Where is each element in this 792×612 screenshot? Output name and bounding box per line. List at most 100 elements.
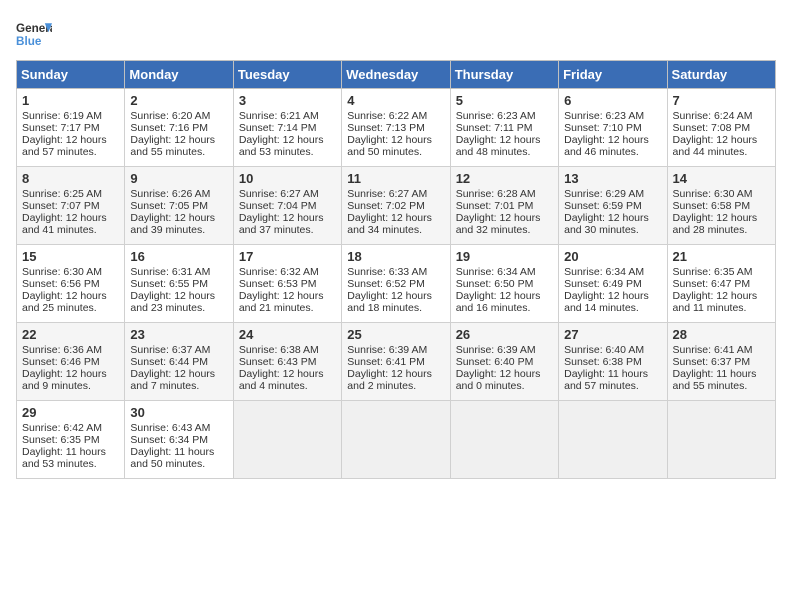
day-number: 16 xyxy=(130,249,227,264)
day-number: 30 xyxy=(130,405,227,420)
calendar-cell: 13Sunrise: 6:29 AMSunset: 6:59 PMDayligh… xyxy=(559,167,667,245)
day-info-line: Sunrise: 6:33 AM xyxy=(347,266,444,278)
day-info-line: Daylight: 12 hours xyxy=(130,134,227,146)
day-info-line: Sunset: 7:07 PM xyxy=(22,200,119,212)
day-info-line: Sunset: 7:08 PM xyxy=(673,122,770,134)
calendar-cell: 9Sunrise: 6:26 AMSunset: 7:05 PMDaylight… xyxy=(125,167,233,245)
col-header-monday: Monday xyxy=(125,61,233,89)
calendar-cell xyxy=(342,401,450,479)
day-info-line: Sunset: 6:47 PM xyxy=(673,278,770,290)
day-number: 5 xyxy=(456,93,553,108)
day-info-line: Sunset: 7:13 PM xyxy=(347,122,444,134)
day-info-line: Sunset: 7:05 PM xyxy=(130,200,227,212)
calendar-cell: 28Sunrise: 6:41 AMSunset: 6:37 PMDayligh… xyxy=(667,323,775,401)
day-info-line: and 30 minutes. xyxy=(564,224,661,236)
day-info-line: and 4 minutes. xyxy=(239,380,336,392)
day-number: 23 xyxy=(130,327,227,342)
col-header-tuesday: Tuesday xyxy=(233,61,341,89)
day-info-line: Daylight: 12 hours xyxy=(239,368,336,380)
day-info-line: Sunrise: 6:32 AM xyxy=(239,266,336,278)
calendar-cell: 18Sunrise: 6:33 AMSunset: 6:52 PMDayligh… xyxy=(342,245,450,323)
page-header: General Blue xyxy=(16,16,776,52)
calendar-cell: 11Sunrise: 6:27 AMSunset: 7:02 PMDayligh… xyxy=(342,167,450,245)
day-number: 11 xyxy=(347,171,444,186)
calendar-cell: 17Sunrise: 6:32 AMSunset: 6:53 PMDayligh… xyxy=(233,245,341,323)
day-number: 24 xyxy=(239,327,336,342)
day-info-line: Daylight: 12 hours xyxy=(456,212,553,224)
day-info-line: Daylight: 12 hours xyxy=(22,368,119,380)
day-info-line: Sunrise: 6:43 AM xyxy=(130,422,227,434)
calendar-cell: 2Sunrise: 6:20 AMSunset: 7:16 PMDaylight… xyxy=(125,89,233,167)
day-info-line: and 55 minutes. xyxy=(130,146,227,158)
day-info-line: Sunrise: 6:27 AM xyxy=(239,188,336,200)
day-info-line: Daylight: 12 hours xyxy=(239,290,336,302)
day-info-line: Sunrise: 6:39 AM xyxy=(456,344,553,356)
day-info-line: and 16 minutes. xyxy=(456,302,553,314)
day-info-line: Daylight: 12 hours xyxy=(22,212,119,224)
day-info-line: Daylight: 12 hours xyxy=(130,290,227,302)
day-info-line: and 23 minutes. xyxy=(130,302,227,314)
logo-icon: General Blue xyxy=(16,16,52,52)
day-number: 22 xyxy=(22,327,119,342)
day-info-line: Daylight: 12 hours xyxy=(347,368,444,380)
day-number: 14 xyxy=(673,171,770,186)
day-info-line: Sunset: 7:17 PM xyxy=(22,122,119,134)
day-info-line: Sunrise: 6:34 AM xyxy=(456,266,553,278)
calendar-cell: 7Sunrise: 6:24 AMSunset: 7:08 PMDaylight… xyxy=(667,89,775,167)
day-info-line: Daylight: 12 hours xyxy=(564,290,661,302)
col-header-saturday: Saturday xyxy=(667,61,775,89)
day-info-line: and 39 minutes. xyxy=(130,224,227,236)
day-number: 7 xyxy=(673,93,770,108)
day-info-line: Sunset: 6:46 PM xyxy=(22,356,119,368)
calendar-cell: 22Sunrise: 6:36 AMSunset: 6:46 PMDayligh… xyxy=(17,323,125,401)
day-number: 10 xyxy=(239,171,336,186)
day-info-line: Daylight: 12 hours xyxy=(347,212,444,224)
day-number: 3 xyxy=(239,93,336,108)
day-info-line: Sunset: 7:14 PM xyxy=(239,122,336,134)
day-info-line: and 18 minutes. xyxy=(347,302,444,314)
calendar-cell: 26Sunrise: 6:39 AMSunset: 6:40 PMDayligh… xyxy=(450,323,558,401)
day-info-line: and 57 minutes. xyxy=(564,380,661,392)
day-info-line: Sunrise: 6:22 AM xyxy=(347,110,444,122)
day-info-line: Sunrise: 6:21 AM xyxy=(239,110,336,122)
day-number: 18 xyxy=(347,249,444,264)
day-info-line: Daylight: 12 hours xyxy=(130,368,227,380)
day-number: 19 xyxy=(456,249,553,264)
calendar-cell: 30Sunrise: 6:43 AMSunset: 6:34 PMDayligh… xyxy=(125,401,233,479)
calendar-cell: 25Sunrise: 6:39 AMSunset: 6:41 PMDayligh… xyxy=(342,323,450,401)
day-info-line: Daylight: 11 hours xyxy=(22,446,119,458)
day-info-line: Sunrise: 6:20 AM xyxy=(130,110,227,122)
day-info-line: Sunset: 7:02 PM xyxy=(347,200,444,212)
day-number: 21 xyxy=(673,249,770,264)
day-number: 6 xyxy=(564,93,661,108)
day-info-line: and 11 minutes. xyxy=(673,302,770,314)
day-info-line: Sunrise: 6:25 AM xyxy=(22,188,119,200)
day-number: 15 xyxy=(22,249,119,264)
day-info-line: Sunrise: 6:26 AM xyxy=(130,188,227,200)
day-info-line: Daylight: 12 hours xyxy=(673,290,770,302)
day-info-line: Daylight: 12 hours xyxy=(564,212,661,224)
day-info-line: Sunset: 6:44 PM xyxy=(130,356,227,368)
day-info-line: and 25 minutes. xyxy=(22,302,119,314)
day-info-line: Sunset: 6:41 PM xyxy=(347,356,444,368)
day-info-line: Sunset: 6:53 PM xyxy=(239,278,336,290)
day-info-line: Daylight: 12 hours xyxy=(456,368,553,380)
day-number: 13 xyxy=(564,171,661,186)
calendar-cell: 8Sunrise: 6:25 AMSunset: 7:07 PMDaylight… xyxy=(17,167,125,245)
day-info-line: and 34 minutes. xyxy=(347,224,444,236)
day-info-line: Sunset: 6:34 PM xyxy=(130,434,227,446)
day-info-line: Sunrise: 6:28 AM xyxy=(456,188,553,200)
day-number: 4 xyxy=(347,93,444,108)
col-header-thursday: Thursday xyxy=(450,61,558,89)
calendar-cell: 1Sunrise: 6:19 AMSunset: 7:17 PMDaylight… xyxy=(17,89,125,167)
day-info-line: and 46 minutes. xyxy=(564,146,661,158)
day-info-line: and 50 minutes. xyxy=(347,146,444,158)
day-info-line: Sunrise: 6:23 AM xyxy=(564,110,661,122)
day-number: 26 xyxy=(456,327,553,342)
day-info-line: and 14 minutes. xyxy=(564,302,661,314)
col-header-wednesday: Wednesday xyxy=(342,61,450,89)
day-info-line: and 7 minutes. xyxy=(130,380,227,392)
day-info-line: Daylight: 12 hours xyxy=(673,212,770,224)
logo: General Blue xyxy=(16,16,52,52)
day-info-line: Sunrise: 6:38 AM xyxy=(239,344,336,356)
